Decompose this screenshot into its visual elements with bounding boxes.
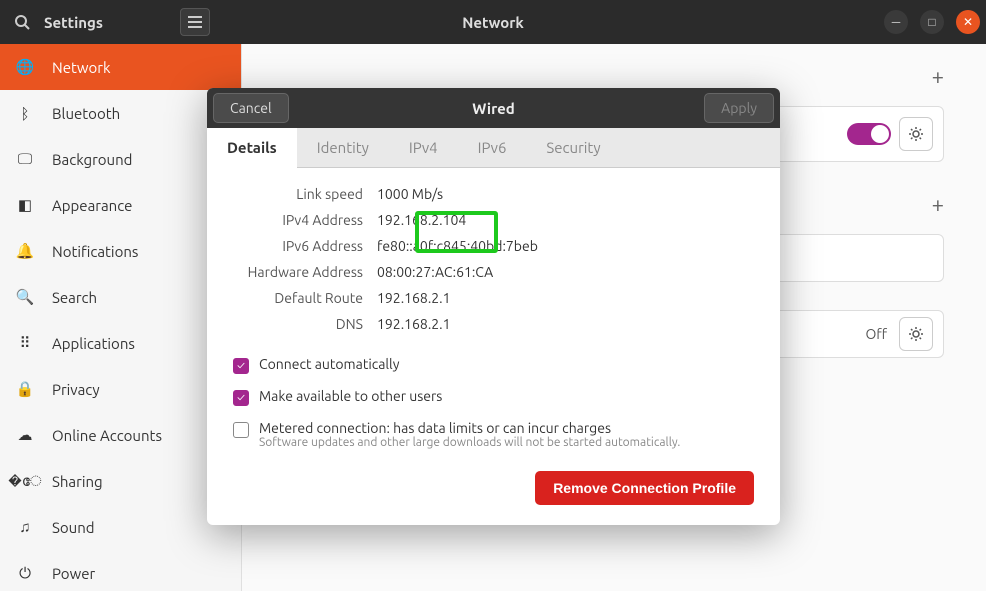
sidebar-item-label: Appearance <box>52 197 132 214</box>
details-grid: Link speed 1000 Mb/s IPv4 Address 192.16… <box>233 186 754 332</box>
tab-ipv6[interactable]: IPv6 <box>458 128 527 167</box>
connect-automatically-checkbox[interactable]: ✓ <box>233 358 249 374</box>
ipv6-value: fe80::a0f:c845:40bd:7beb <box>377 238 754 254</box>
tab-details[interactable]: Details <box>207 128 297 167</box>
sidebar-item-appearance[interactable]: ◧ Appearance <box>0 182 241 228</box>
route-label: Default Route <box>233 290 363 306</box>
globe-icon: 🌐 <box>16 58 34 76</box>
tab-ipv4[interactable]: IPv4 <box>389 128 458 167</box>
bluetooth-icon: ᛒ <box>16 105 34 122</box>
menu-button[interactable] <box>180 8 210 36</box>
dialog-header: Cancel Wired Apply <box>207 88 780 128</box>
search-button[interactable] <box>0 0 44 44</box>
sidebar-item-label: Applications <box>52 335 135 352</box>
app-title: Settings <box>44 14 180 31</box>
add-wired-button[interactable]: + <box>932 64 944 89</box>
hamburger-icon <box>188 16 202 28</box>
window-controls: ─ □ ✕ <box>884 10 980 34</box>
maximize-button[interactable]: □ <box>920 10 944 34</box>
apply-button[interactable]: Apply <box>704 93 774 123</box>
proxy-status: Off <box>865 326 887 342</box>
sidebar-item-sharing[interactable]: �േ Sharing <box>0 458 241 504</box>
power-icon: ⏻ <box>16 564 34 582</box>
sidebar-item-power[interactable]: ⏻ Power <box>0 550 241 591</box>
checkbox-group: ✓ Connect automatically ✓ Make available… <box>233 356 754 449</box>
available-other-users-row[interactable]: ✓ Make available to other users <box>233 388 754 406</box>
search-icon <box>14 14 30 30</box>
sidebar-item-online-accounts[interactable]: ☁ Online Accounts <box>0 412 241 458</box>
page-title: Network <box>462 14 524 31</box>
connect-automatically-row[interactable]: ✓ Connect automatically <box>233 356 754 374</box>
route-value: 192.168.2.1 <box>377 290 754 306</box>
gear-icon <box>908 326 924 342</box>
connection-dialog: Cancel Wired Apply Details Identity IPv4… <box>207 88 780 525</box>
sidebar-item-applications[interactable]: ⠿Applications› <box>0 320 241 366</box>
connect-automatically-label: Connect automatically <box>259 356 399 372</box>
proxy-settings-button[interactable] <box>899 317 933 351</box>
sidebar-item-label: Background <box>52 151 132 168</box>
dns-label: DNS <box>233 316 363 332</box>
wired-toggle[interactable] <box>847 123 891 145</box>
cloud-icon: ☁ <box>16 426 34 444</box>
dns-value: 192.168.2.1 <box>377 316 754 332</box>
grid-icon: ⠿ <box>16 334 34 352</box>
share-icon: �േ <box>16 472 34 490</box>
dialog-body: Link speed 1000 Mb/s IPv4 Address 192.16… <box>207 168 780 525</box>
music-icon: ♫ <box>16 518 34 536</box>
metered-sublabel: Software updates and other large downloa… <box>259 436 680 449</box>
sidebar-item-network[interactable]: 🌐 Network <box>0 44 241 90</box>
sidebar-item-notifications[interactable]: 🔔 Notifications <box>0 228 241 274</box>
hw-value: 08:00:27:AC:61:CA <box>377 264 754 280</box>
lock-icon: 🔒 <box>16 380 34 398</box>
dialog-title: Wired <box>472 100 515 117</box>
sidebar-item-background[interactable]: 🖵 Background <box>0 136 241 182</box>
sidebar-item-sound[interactable]: ♫ Sound <box>0 504 241 550</box>
available-other-users-checkbox[interactable]: ✓ <box>233 390 249 406</box>
bell-icon: 🔔 <box>16 242 34 260</box>
ipv4-value: 192.168.2.104 <box>377 212 754 228</box>
sidebar-item-label: Online Accounts <box>52 427 162 444</box>
sidebar-item-label: Notifications <box>52 243 138 260</box>
gear-icon <box>908 126 924 142</box>
wired-section-header: + <box>314 62 944 90</box>
add-vpn-button[interactable]: + <box>932 192 944 217</box>
sidebar-item-label: Privacy <box>52 381 100 398</box>
sidebar-item-label: Power <box>52 565 95 582</box>
desktop-icon: 🖵 <box>16 150 34 168</box>
titlebar: Settings Network ─ □ ✕ <box>0 0 986 44</box>
available-other-users-label: Make available to other users <box>259 388 442 404</box>
sidebar-item-label: Bluetooth <box>52 105 120 122</box>
sidebar-item-label: Sharing <box>52 473 103 490</box>
sidebar-item-label: Network <box>52 59 111 76</box>
close-button[interactable]: ✕ <box>956 10 980 34</box>
metered-checkbox[interactable] <box>233 422 249 438</box>
remove-connection-button[interactable]: Remove Connection Profile <box>535 471 754 505</box>
dialog-tabs: Details Identity IPv4 IPv6 Security <box>207 128 780 168</box>
hw-label: Hardware Address <box>233 264 363 280</box>
tab-security[interactable]: Security <box>526 128 620 167</box>
ipv6-label: IPv6 Address <box>233 238 363 254</box>
ipv4-label: IPv4 Address <box>233 212 363 228</box>
sidebar-item-privacy[interactable]: 🔒Privacy› <box>0 366 241 412</box>
wired-settings-button[interactable] <box>899 117 933 151</box>
tab-identity[interactable]: Identity <box>297 128 389 167</box>
sidebar-item-label: Search <box>52 289 97 306</box>
sidebar-item-label: Sound <box>52 519 95 536</box>
minimize-button[interactable]: ─ <box>884 10 908 34</box>
appearance-icon: ◧ <box>16 196 34 214</box>
metered-label: Metered connection: has data limits or c… <box>259 420 680 436</box>
metered-row[interactable]: Metered connection: has data limits or c… <box>233 420 754 449</box>
search-icon: 🔍 <box>16 288 34 306</box>
cancel-button[interactable]: Cancel <box>213 93 289 123</box>
link-speed-value: 1000 Mb/s <box>377 186 754 202</box>
sidebar: 🌐 Network ᛒ Bluetooth 🖵 Background ◧ Appeara… <box>0 44 242 591</box>
sidebar-item-bluetooth[interactable]: ᛒ Bluetooth <box>0 90 241 136</box>
sidebar-item-search[interactable]: 🔍 Search <box>0 274 241 320</box>
link-speed-label: Link speed <box>233 186 363 202</box>
